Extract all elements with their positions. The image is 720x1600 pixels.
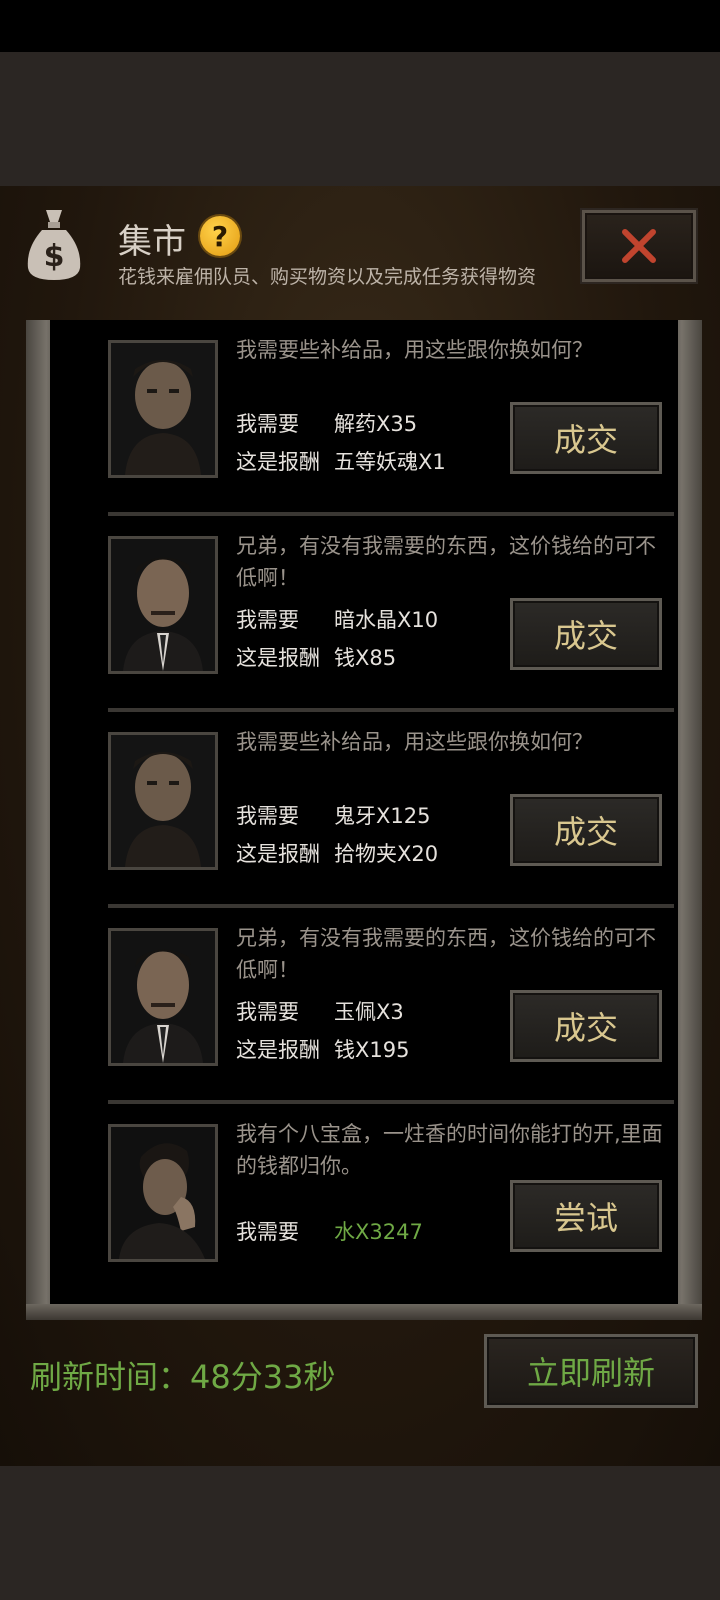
svg-text:$: $ <box>44 239 65 274</box>
deal-button[interactable]: 成交 <box>510 990 662 1062</box>
frame-bottom-edge <box>26 1304 702 1320</box>
need-value: 玉佩X3 <box>334 1000 404 1024</box>
trade-row: 兄弟，有没有我需要的东西，这价钱给的可不低啊！ 我需要 玉佩X3 这是报酬 钱X… <box>108 908 678 1104</box>
trade-message: 兄弟，有没有我需要的东西，这价钱给的可不低啊！ <box>236 534 656 590</box>
trade-message: 兄弟，有没有我需要的东西，这价钱给的可不低啊！ <box>236 926 656 982</box>
page-title: 集市 <box>118 222 186 262</box>
close-button[interactable] <box>582 210 696 282</box>
reward-label: 这是报酬 <box>236 1038 320 1062</box>
need-value: 水X3247 <box>334 1220 423 1244</box>
need-value: 鬼牙X125 <box>334 804 431 828</box>
question-mark-icon[interactable]: ? <box>200 216 240 256</box>
trade-row: 我需要些补给品，用这些跟你换如何？ 我需要 解药X35 这是报酬 五等妖魂X1 … <box>108 320 678 516</box>
reward-value: 钱X195 <box>334 1038 410 1062</box>
refresh-now-button[interactable]: 立即刷新 <box>484 1334 698 1408</box>
deal-button[interactable]: 成交 <box>510 402 662 474</box>
need-label: 我需要 <box>236 1220 299 1244</box>
reward-value: 五等妖魂X1 <box>334 450 446 474</box>
need-label: 我需要 <box>236 608 299 632</box>
backdrop-bottom <box>0 1466 720 1600</box>
reward-label: 这是报酬 <box>236 450 320 474</box>
money-bag-icon: $ <box>27 210 81 280</box>
npc-portrait <box>108 536 218 674</box>
try-button[interactable]: 尝试 <box>510 1180 662 1252</box>
trade-row: 兄弟，有没有我需要的东西，这价钱给的可不低啊！ 我需要 暗水晶X10 这是报酬 … <box>108 516 678 712</box>
npc-portrait <box>108 1124 218 1262</box>
close-x-icon <box>622 229 656 263</box>
reward-label: 这是报酬 <box>236 842 320 866</box>
need-value: 暗水晶X10 <box>334 608 439 632</box>
need-label: 我需要 <box>236 1000 299 1024</box>
backdrop-top <box>0 52 720 186</box>
trade-row: 我有个八宝盒，一炷香的时间你能打的开,里面的钱都归你。 我需要 水X3247 尝… <box>108 1104 678 1300</box>
market-panel: $ 集市 ? 花钱来雇佣队员、购买物资以及完成任务获得物资 我需要些补给品，用这… <box>0 186 720 1466</box>
trade-message: 我需要些补给品，用这些跟你换如何？ <box>236 338 593 362</box>
need-label: 我需要 <box>236 412 299 436</box>
npc-portrait <box>108 928 218 1066</box>
reward-value: 钱X85 <box>334 646 397 670</box>
trade-list[interactable]: 我需要些补给品，用这些跟你换如何？ 我需要 解药X35 这是报酬 五等妖魂X1 … <box>50 320 678 1304</box>
trade-row: 我需要些补给品，用这些跟你换如何？ 我需要 鬼牙X125 这是报酬 拾物夹X20… <box>108 712 678 908</box>
refresh-timer: 刷新时间：48分33秒 <box>30 1358 336 1396</box>
trade-message: 我有个八宝盒，一炷香的时间你能打的开,里面的钱都归你。 <box>236 1122 663 1178</box>
status-bar <box>0 0 720 52</box>
deal-button[interactable]: 成交 <box>510 794 662 866</box>
reward-value: 拾物夹X20 <box>334 842 439 866</box>
npc-portrait <box>108 732 218 870</box>
npc-portrait <box>108 340 218 478</box>
need-value: 解药X35 <box>334 412 418 436</box>
trade-message: 我需要些补给品，用这些跟你换如何？ <box>236 730 593 754</box>
need-label: 我需要 <box>236 804 299 828</box>
deal-button[interactable]: 成交 <box>510 598 662 670</box>
trade-list-frame: 我需要些补给品，用这些跟你换如何？ 我需要 解药X35 这是报酬 五等妖魂X1 … <box>26 320 702 1320</box>
reward-label: 这是报酬 <box>236 646 320 670</box>
page-subtitle: 花钱来雇佣队员、购买物资以及完成任务获得物资 <box>118 266 537 288</box>
